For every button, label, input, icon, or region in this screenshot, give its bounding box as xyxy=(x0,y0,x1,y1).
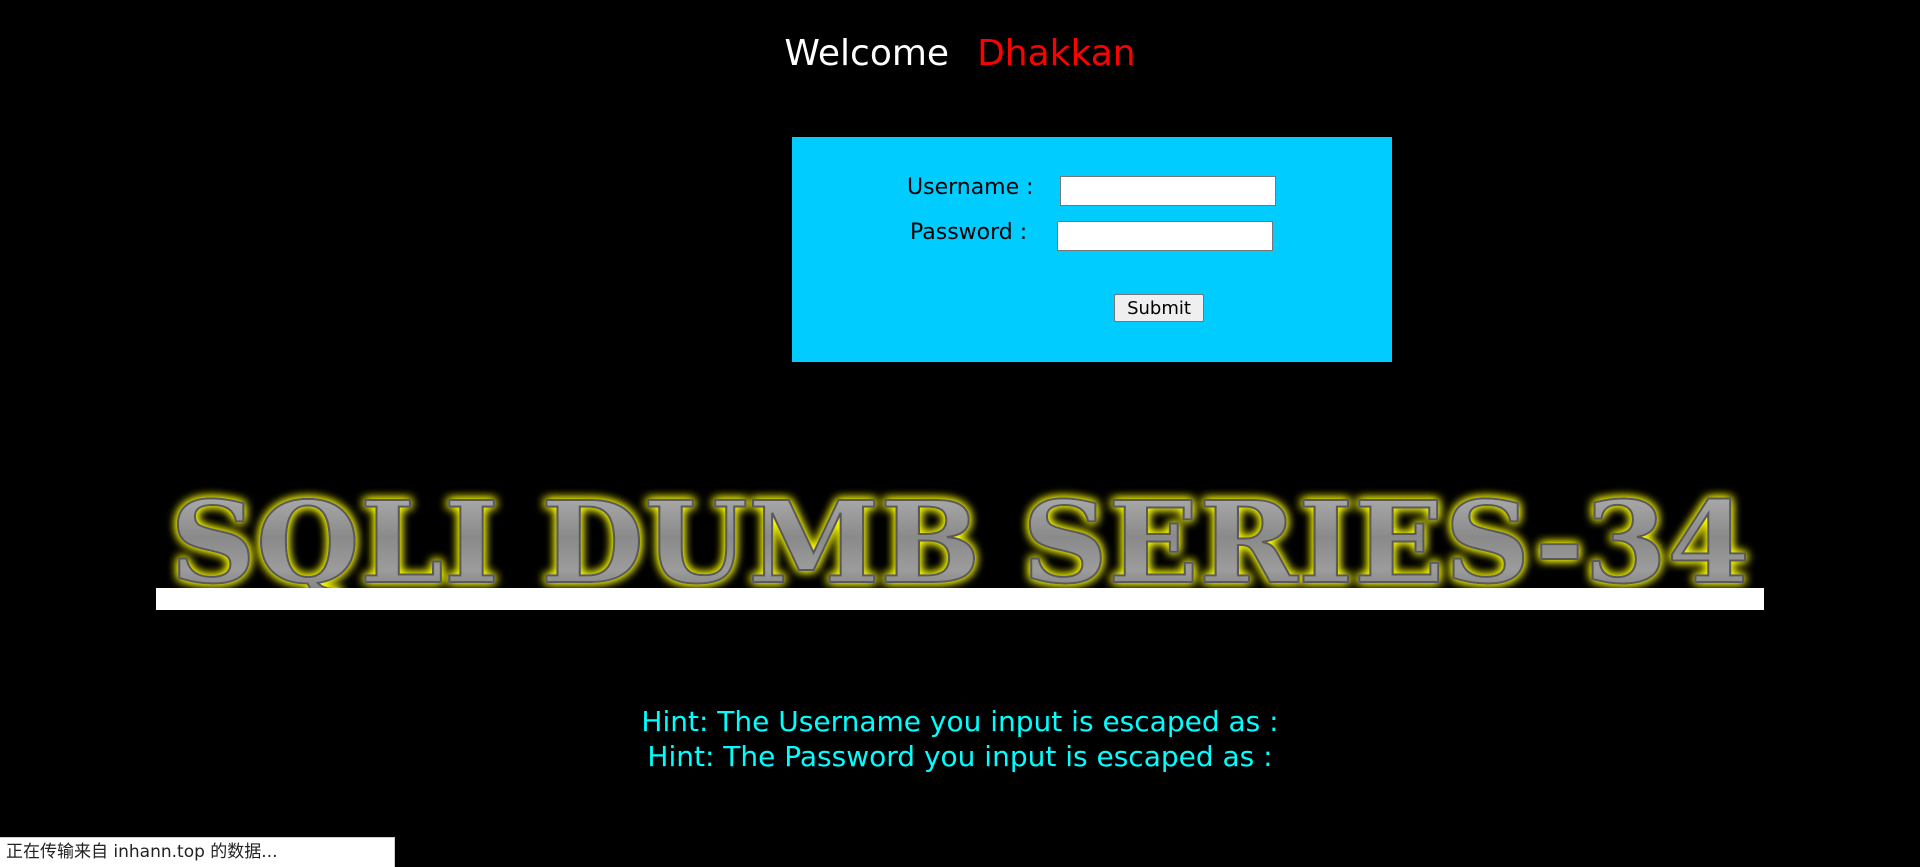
password-hint: Hint: The Password you input is escaped … xyxy=(647,740,1273,773)
submit-button[interactable]: Submit xyxy=(1114,294,1204,322)
browser-status-bar: 正在传输来自 inhann.top 的数据... xyxy=(0,837,395,867)
welcome-greeting: Welcome xyxy=(784,33,950,74)
username-input[interactable] xyxy=(1060,176,1276,206)
welcome-heading: Welcome Dhakkan xyxy=(0,30,1920,78)
banner-underline xyxy=(156,588,1764,610)
username-hint: Hint: The Username you input is escaped … xyxy=(641,705,1279,738)
welcome-name: Dhakkan xyxy=(977,33,1136,74)
password-label: Password : xyxy=(910,220,1028,245)
username-label: Username : xyxy=(907,175,1034,200)
login-form: Username : Password : Submit xyxy=(792,137,1392,362)
page: Welcome Dhakkan Username : Password : Sub… xyxy=(0,0,1920,867)
password-input[interactable] xyxy=(1057,221,1273,251)
